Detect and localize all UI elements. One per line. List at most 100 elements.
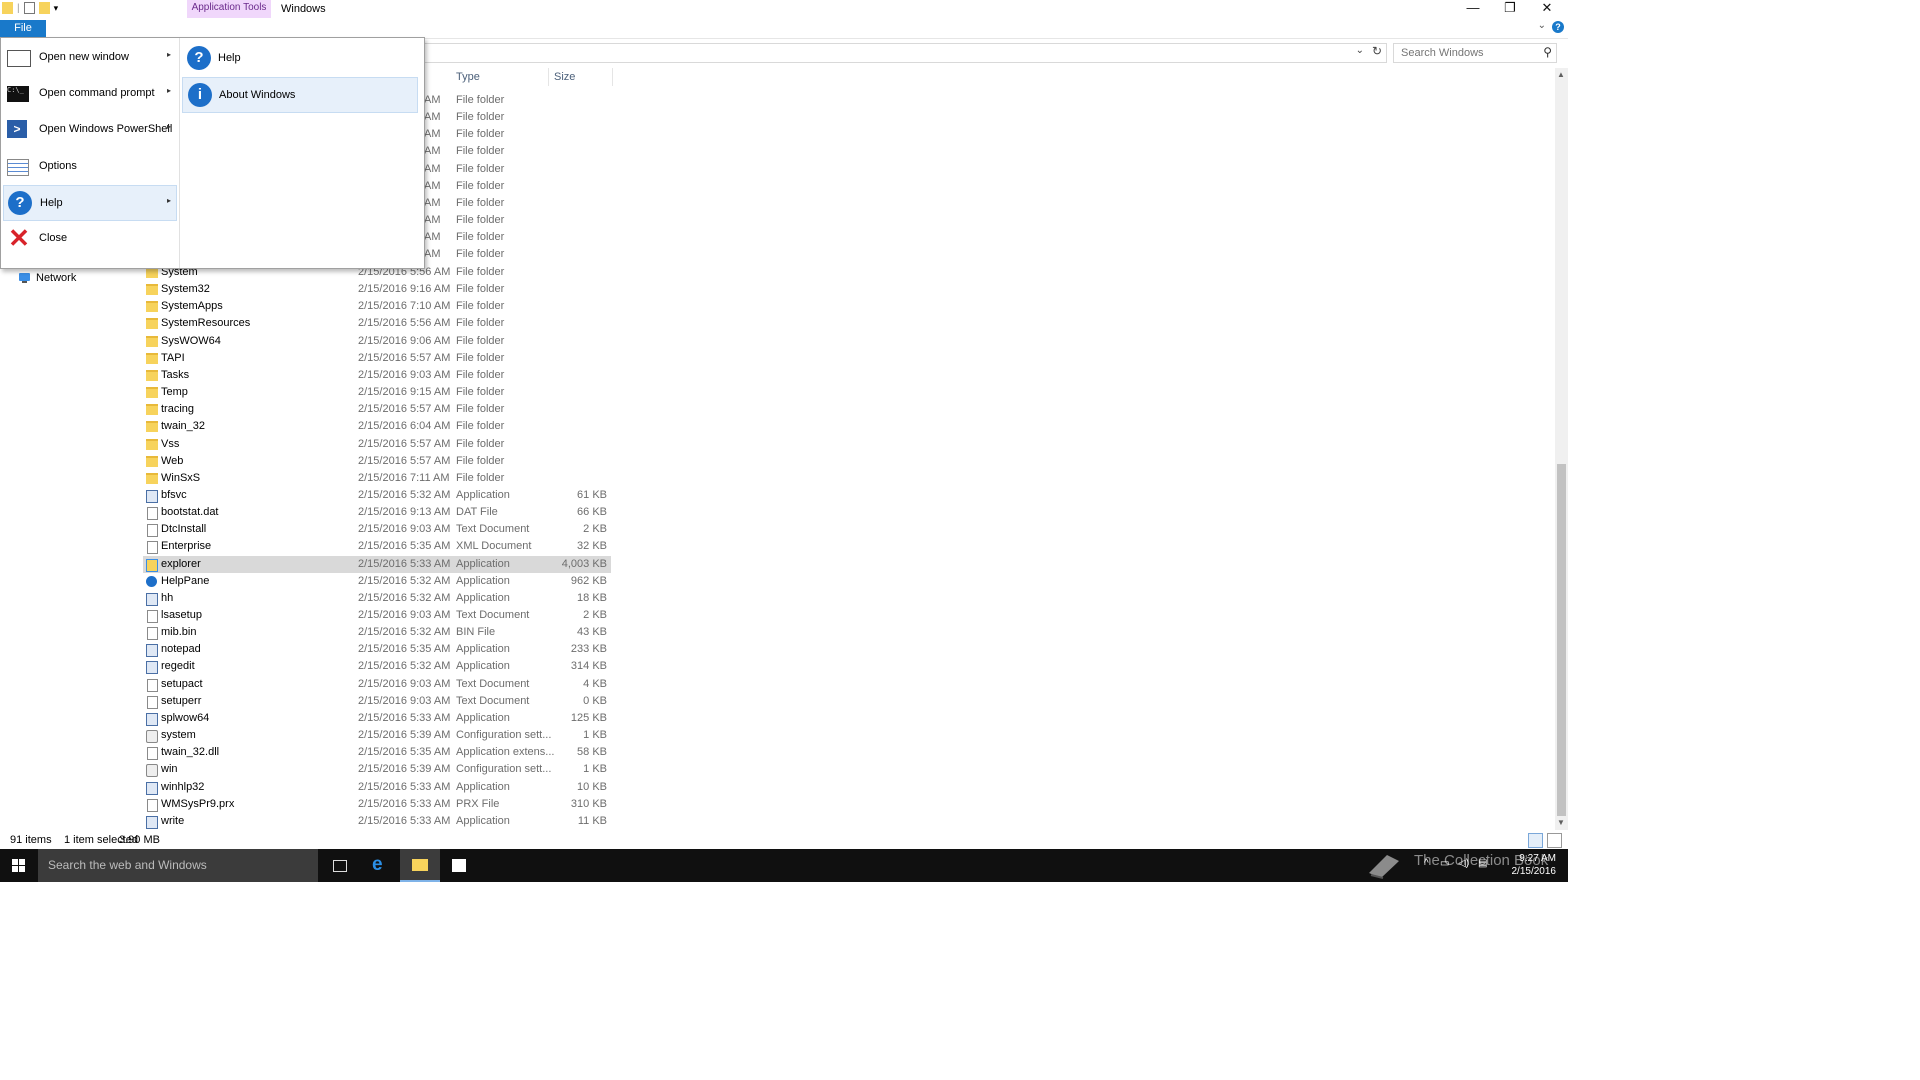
- windows-logo-icon: [19, 859, 25, 865]
- properties-icon[interactable]: [23, 2, 35, 14]
- table-row[interactable]: SysWOW64 2/15/2016 9:06 AM File folder: [143, 333, 611, 350]
- row-type: File folder: [456, 231, 505, 244]
- file-type: Application: [456, 643, 510, 656]
- search-input[interactable]: [1399, 45, 1538, 61]
- file-name: tracing: [161, 403, 195, 416]
- table-row[interactable]: twain_32.dll 2/15/2016 5:35 AM Application…: [143, 744, 611, 761]
- refresh-icon[interactable]: ↻: [1372, 44, 1382, 58]
- file-name: setuperr: [161, 694, 202, 707]
- file-name: SystemResources: [161, 317, 251, 330]
- table-row[interactable]: bfsvc 2/15/2016 5:32 AM Application 61 KB: [143, 487, 611, 504]
- address-bar[interactable]: ⌄ ↻: [424, 43, 1387, 63]
- table-row[interactable]: AM File folder: [424, 109, 614, 126]
- customize-toolbar-icon[interactable]: ▾: [54, 3, 59, 14]
- table-row[interactable]: AM File folder: [424, 229, 614, 246]
- edge-button[interactable]: e: [360, 849, 400, 882]
- scroll-up-icon[interactable]: ▲: [1557, 70, 1565, 79]
- table-row[interactable]: SystemApps 2/15/2016 7:10 AM File folder: [143, 298, 611, 315]
- notifications-icon[interactable]: ▤: [1478, 858, 1487, 869]
- scroll-down-icon[interactable]: ▼: [1557, 818, 1565, 827]
- table-row[interactable]: setupact 2/15/2016 9:03 AM Text Document 4 …: [143, 676, 611, 693]
- menu-item-help[interactable]: ? Help ▸: [3, 185, 177, 221]
- restore-button[interactable]: ❐: [1492, 0, 1528, 18]
- large-icons-view-icon[interactable]: [1547, 833, 1562, 848]
- table-row[interactable]: lsasetup 2/15/2016 9:03 AM Text Document 2 …: [143, 607, 611, 624]
- table-row[interactable]: Tasks 2/15/2016 9:03 AM File folder: [143, 367, 611, 384]
- table-row[interactable]: explorer 2/15/2016 5:33 AM Application 4,00…: [143, 555, 611, 573]
- search-box[interactable]: ⚲: [1393, 43, 1557, 63]
- table-row[interactable]: System32 2/15/2016 9:16 AM File folder: [143, 281, 611, 298]
- help-icon[interactable]: ?: [1552, 21, 1564, 33]
- table-row[interactable]: AM File folder: [424, 212, 614, 229]
- table-row[interactable]: Web 2/15/2016 5:57 AM File folder: [143, 453, 611, 470]
- menu-item-open-powershell[interactable]: > Open Windows PowerShell ▸: [3, 112, 177, 146]
- table-row[interactable]: splwow64 2/15/2016 5:33 AM Application 125 …: [143, 710, 611, 727]
- store-button[interactable]: [440, 849, 480, 882]
- expand-ribbon-icon[interactable]: ⌄: [1538, 20, 1546, 31]
- column-header-type[interactable]: Type: [456, 68, 480, 86]
- table-row[interactable]: AM File folder: [424, 92, 614, 109]
- table-row[interactable]: win 2/15/2016 5:39 AM Configuration sett..…: [143, 761, 611, 778]
- table-row[interactable]: WinSxS 2/15/2016 7:11 AM File folder: [143, 470, 611, 487]
- clock[interactable]: 9:27 AM 2/15/2016: [1512, 852, 1557, 878]
- table-row[interactable]: DtcInstall 2/15/2016 9:03 AM Text Document…: [143, 521, 611, 538]
- volume-icon[interactable]: ◁): [1458, 858, 1469, 869]
- context-tab-application-tools[interactable]: Application Tools: [187, 0, 271, 18]
- details-view-icon[interactable]: [1528, 833, 1543, 848]
- table-row[interactable]: AM File folder: [424, 126, 614, 143]
- table-row[interactable]: Temp 2/15/2016 9:15 AM File folder: [143, 384, 611, 401]
- table-row[interactable]: regedit 2/15/2016 5:32 AM Application 314 K…: [143, 658, 611, 675]
- table-row[interactable]: AM File folder: [424, 195, 614, 212]
- table-row[interactable]: AM File folder: [424, 178, 614, 195]
- column-divider[interactable]: [548, 68, 549, 86]
- table-row[interactable]: notepad 2/15/2016 5:35 AM Application 233 K…: [143, 641, 611, 658]
- table-row[interactable]: Vss 2/15/2016 5:57 AM File folder: [143, 436, 611, 453]
- table-row[interactable]: AM File folder: [424, 143, 614, 160]
- row-time: AM: [424, 248, 441, 261]
- file-explorer-button[interactable]: [400, 849, 440, 882]
- file-type: BIN File: [456, 626, 496, 639]
- minimize-button[interactable]: —: [1455, 0, 1491, 18]
- chevron-up-icon[interactable]: ^: [1424, 858, 1429, 869]
- table-row[interactable]: TAPI 2/15/2016 5:57 AM File folder: [143, 350, 611, 367]
- task-view-button[interactable]: [320, 849, 360, 882]
- menu-item-open-new-window[interactable]: Open new window ▸: [3, 40, 177, 74]
- table-row[interactable]: winhlp32 2/15/2016 5:33 AM Application 10 K…: [143, 779, 611, 796]
- submenu-item-help[interactable]: ? Help: [182, 41, 418, 75]
- table-row[interactable]: write 2/15/2016 5:33 AM Application 11 KB: [143, 813, 611, 830]
- close-window-button[interactable]: ✕: [1529, 0, 1565, 18]
- table-row[interactable]: AM File folder: [424, 246, 614, 263]
- new-folder-icon[interactable]: [38, 2, 50, 14]
- table-row[interactable]: Enterprise 2/15/2016 5:35 AM XML Document 3…: [143, 538, 611, 555]
- row-time: AM: [424, 196, 441, 209]
- table-row[interactable]: setuperr 2/15/2016 9:03 AM Text Document 0 …: [143, 693, 611, 710]
- menu-item-open-command-prompt[interactable]: C:\_ Open command prompt ▸: [3, 76, 177, 110]
- submenu-item-about-windows[interactable]: i About Windows: [182, 77, 418, 113]
- column-divider[interactable]: [612, 68, 613, 86]
- table-row[interactable]: SystemResources 2/15/2016 5:56 AM File fol…: [143, 315, 611, 332]
- menu-item-close[interactable]: ✕ Close: [3, 221, 177, 255]
- table-row[interactable]: twain_32 2/15/2016 6:04 AM File folder: [143, 418, 611, 435]
- table-row[interactable]: tracing 2/15/2016 5:57 AM File folder: [143, 401, 611, 418]
- table-row[interactable]: AM File folder: [424, 161, 614, 178]
- column-header-size[interactable]: Size: [554, 68, 575, 86]
- nav-item-network[interactable]: Network: [18, 272, 76, 284]
- start-button[interactable]: [0, 849, 38, 882]
- menu-item-options[interactable]: Options: [3, 149, 177, 183]
- file-size: 11 KB: [577, 814, 607, 827]
- table-row[interactable]: mib.bin 2/15/2016 5:32 AM BIN File 43 KB: [143, 624, 611, 641]
- doc-file-icon: [147, 627, 158, 641]
- file-tab[interactable]: File: [0, 20, 46, 37]
- search-icon[interactable]: ⚲: [1543, 45, 1552, 59]
- vertical-scrollbar[interactable]: ▲ ▼: [1555, 68, 1568, 830]
- table-row[interactable]: bootstat.dat 2/15/2016 9:13 AM DAT File 66 …: [143, 504, 611, 521]
- scrollbar-thumb[interactable]: [1557, 464, 1566, 816]
- taskbar-search[interactable]: Search the web and Windows: [38, 849, 318, 882]
- table-row[interactable]: HelpPane 2/15/2016 5:32 AM Application 962 …: [143, 573, 611, 590]
- chevron-down-icon[interactable]: ⌄: [1356, 45, 1364, 56]
- table-row[interactable]: WMSysPr9.prx 2/15/2016 5:33 AM PRX File 310…: [143, 796, 611, 813]
- table-row[interactable]: hh 2/15/2016 5:32 AM Application 18 KB: [143, 590, 611, 607]
- network-tray-icon[interactable]: ▭: [1440, 858, 1449, 869]
- table-row[interactable]: system 2/15/2016 5:39 AM Configuration set…: [143, 727, 611, 744]
- folder-icon[interactable]: [2, 2, 13, 14]
